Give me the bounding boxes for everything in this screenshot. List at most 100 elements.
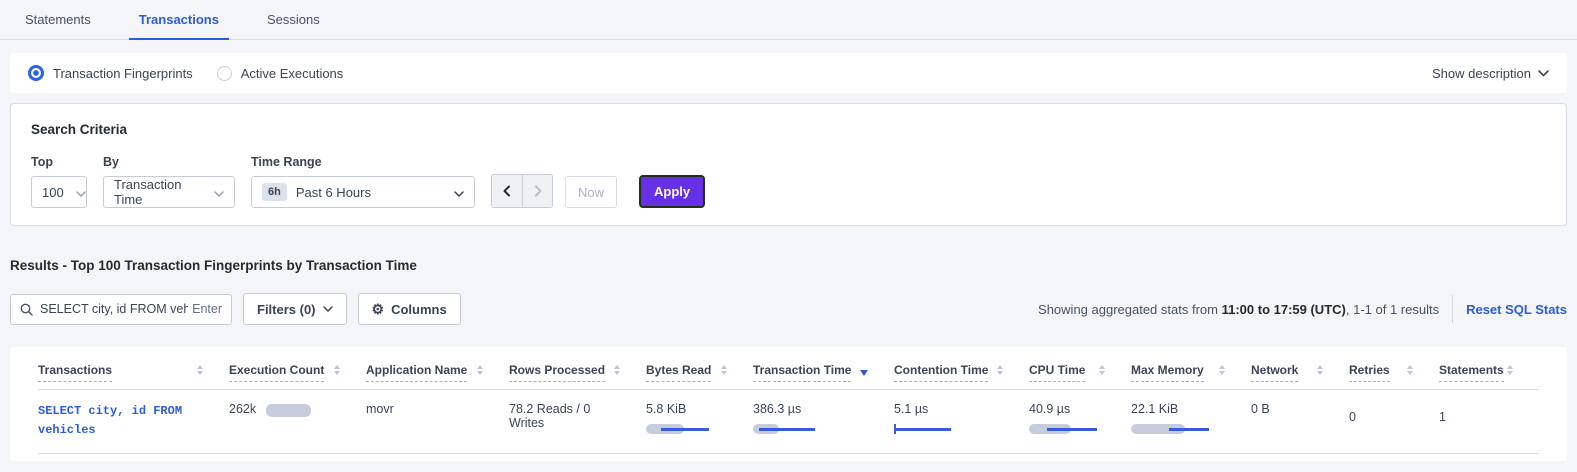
sort-icon-active[interactable] — [860, 365, 868, 376]
tab-transactions[interactable]: Transactions — [129, 12, 229, 39]
columns-button[interactable]: ⚙ Columns — [358, 293, 461, 325]
sort-icon[interactable] — [997, 365, 1003, 375]
top-select[interactable]: 100 — [31, 176, 87, 208]
cpu-time-value: 40.9 µs — [1029, 402, 1111, 416]
chevron-right-icon — [532, 185, 544, 197]
cell-bytes-read: 5.8 KiB — [646, 402, 753, 440]
sort-icon[interactable] — [721, 365, 727, 375]
search-criteria-card: Search Criteria Top 100 By Transaction T… — [10, 103, 1567, 226]
statement-search-box[interactable]: Enter — [10, 294, 232, 325]
column-header-contention-time[interactable]: Contention Time — [894, 363, 1029, 382]
search-icon — [20, 303, 33, 316]
column-header-transaction-time[interactable]: Transaction Time — [753, 363, 894, 382]
apply-button[interactable]: Apply — [639, 175, 705, 208]
transaction-fingerprint-link[interactable]: SELECT city, id FROM vehicles — [38, 402, 198, 440]
chevron-down-icon — [64, 185, 86, 200]
column-header-bytes-read[interactable]: Bytes Read — [646, 363, 753, 382]
table-header-row: Transactions Execution Count Application… — [38, 363, 1539, 382]
chevron-left-icon — [501, 185, 513, 197]
table-row[interactable]: SELECT city, id FROM vehicles 262k movr … — [38, 390, 1539, 440]
by-select[interactable]: Transaction Time — [103, 176, 235, 208]
next-range-button[interactable] — [522, 175, 552, 207]
cell-max-memory: 22.1 KiB — [1131, 402, 1251, 440]
by-field: By Transaction Time — [103, 155, 235, 208]
columns-label: Columns — [391, 302, 447, 317]
aggregated-stats-text: Showing aggregated stats from 11:00 to 1… — [1038, 302, 1439, 317]
column-header-retries[interactable]: Retries — [1349, 363, 1439, 382]
column-header-rows-processed[interactable]: Rows Processed — [509, 363, 646, 382]
sort-icon[interactable] — [1219, 365, 1225, 375]
sort-icon[interactable] — [197, 365, 203, 375]
results-heading: Results - Top 100 Transaction Fingerprin… — [10, 258, 1567, 273]
radio-active-executions[interactable]: Active Executions — [217, 66, 344, 81]
sort-icon[interactable] — [1099, 365, 1105, 375]
sort-icon[interactable] — [334, 365, 340, 375]
tab-bar: Statements Transactions Sessions — [0, 0, 1577, 40]
execution-count-bar — [266, 403, 311, 416]
sort-icon[interactable] — [1317, 365, 1323, 375]
column-header-cpu-time[interactable]: CPU Time — [1029, 363, 1131, 382]
radio-label: Transaction Fingerprints — [53, 66, 193, 81]
time-range-field: Time Range 6h Past 6 Hours — [251, 155, 475, 208]
cell-contention-time: 5.1 µs — [894, 402, 1029, 440]
show-description-toggle[interactable]: Show description — [1432, 66, 1549, 81]
top-label: Top — [31, 155, 87, 169]
radio-transaction-fingerprints[interactable]: Transaction Fingerprints — [28, 65, 193, 81]
view-toggle-panel: Transaction Fingerprints Active Executio… — [10, 53, 1567, 93]
previous-range-button[interactable] — [492, 175, 522, 207]
reset-sql-stats-link[interactable]: Reset SQL Stats — [1466, 302, 1567, 317]
search-input[interactable] — [40, 302, 188, 316]
search-criteria-title: Search Criteria — [31, 122, 1546, 137]
sort-icon[interactable] — [1407, 365, 1413, 375]
chevron-down-icon — [323, 306, 333, 312]
vertical-divider — [1452, 295, 1453, 323]
sort-icon[interactable] — [477, 365, 483, 375]
time-range-badge: 6h — [262, 183, 287, 201]
max-memory-value: 22.1 KiB — [1131, 402, 1231, 416]
column-header-network[interactable]: Network — [1251, 363, 1349, 382]
gear-icon: ⚙ — [372, 302, 385, 316]
toolbar-right: Showing aggregated stats from 11:00 to 1… — [1038, 295, 1567, 323]
by-value: Transaction Time — [114, 177, 202, 207]
column-header-statements[interactable]: Statements — [1439, 363, 1539, 382]
column-header-execution-count[interactable]: Execution Count — [229, 363, 366, 382]
time-range-pagination — [491, 174, 553, 208]
cpu-time-bar — [1029, 423, 1097, 435]
execution-count-value: 262k — [229, 402, 256, 416]
tab-statements[interactable]: Statements — [15, 12, 101, 39]
cell-rows-processed: 78.2 Reads / 0 Writes — [509, 402, 646, 440]
time-range-label: Time Range — [251, 155, 475, 169]
sort-icon[interactable] — [1507, 365, 1513, 375]
column-header-max-memory[interactable]: Max Memory — [1131, 363, 1251, 382]
chevron-down-icon — [442, 185, 464, 200]
cell-transaction-time: 386.3 µs — [753, 402, 894, 440]
time-range-select[interactable]: 6h Past 6 Hours — [251, 176, 475, 208]
radio-selected-icon[interactable] — [28, 65, 44, 81]
radio-unselected-icon[interactable] — [217, 66, 232, 81]
cell-statements: 1 — [1439, 402, 1539, 440]
show-description-label: Show description — [1432, 66, 1531, 81]
search-criteria-controls: Top 100 By Transaction Time Time Range 6… — [31, 155, 1546, 208]
chevron-down-icon — [1538, 70, 1549, 77]
cell-retries: 0 — [1349, 402, 1439, 440]
cell-transaction: SELECT city, id FROM vehicles — [38, 402, 229, 440]
row-divider — [38, 453, 1539, 454]
sort-icon[interactable] — [614, 365, 620, 375]
tab-sessions[interactable]: Sessions — [257, 12, 330, 39]
column-header-transactions[interactable]: Transactions — [38, 363, 229, 382]
cell-application-name: movr — [366, 402, 509, 440]
cell-cpu-time: 40.9 µs — [1029, 402, 1131, 440]
column-header-application-name[interactable]: Application Name — [366, 363, 509, 382]
results-toolbar: Enter Filters (0) ⚙ Columns Showing aggr… — [10, 293, 1567, 325]
by-label: By — [103, 155, 235, 169]
now-button[interactable]: Now — [565, 176, 617, 208]
cell-network: 0 B — [1251, 402, 1349, 440]
filters-button[interactable]: Filters (0) — [243, 293, 347, 325]
contention-time-bar — [894, 423, 951, 435]
time-range-value: Past 6 Hours — [296, 185, 371, 200]
radio-label: Active Executions — [241, 66, 344, 81]
filters-label: Filters (0) — [257, 302, 316, 317]
max-memory-bar — [1131, 423, 1209, 435]
enter-hint[interactable]: Enter — [188, 302, 222, 316]
contention-time-value: 5.1 µs — [894, 402, 1009, 416]
